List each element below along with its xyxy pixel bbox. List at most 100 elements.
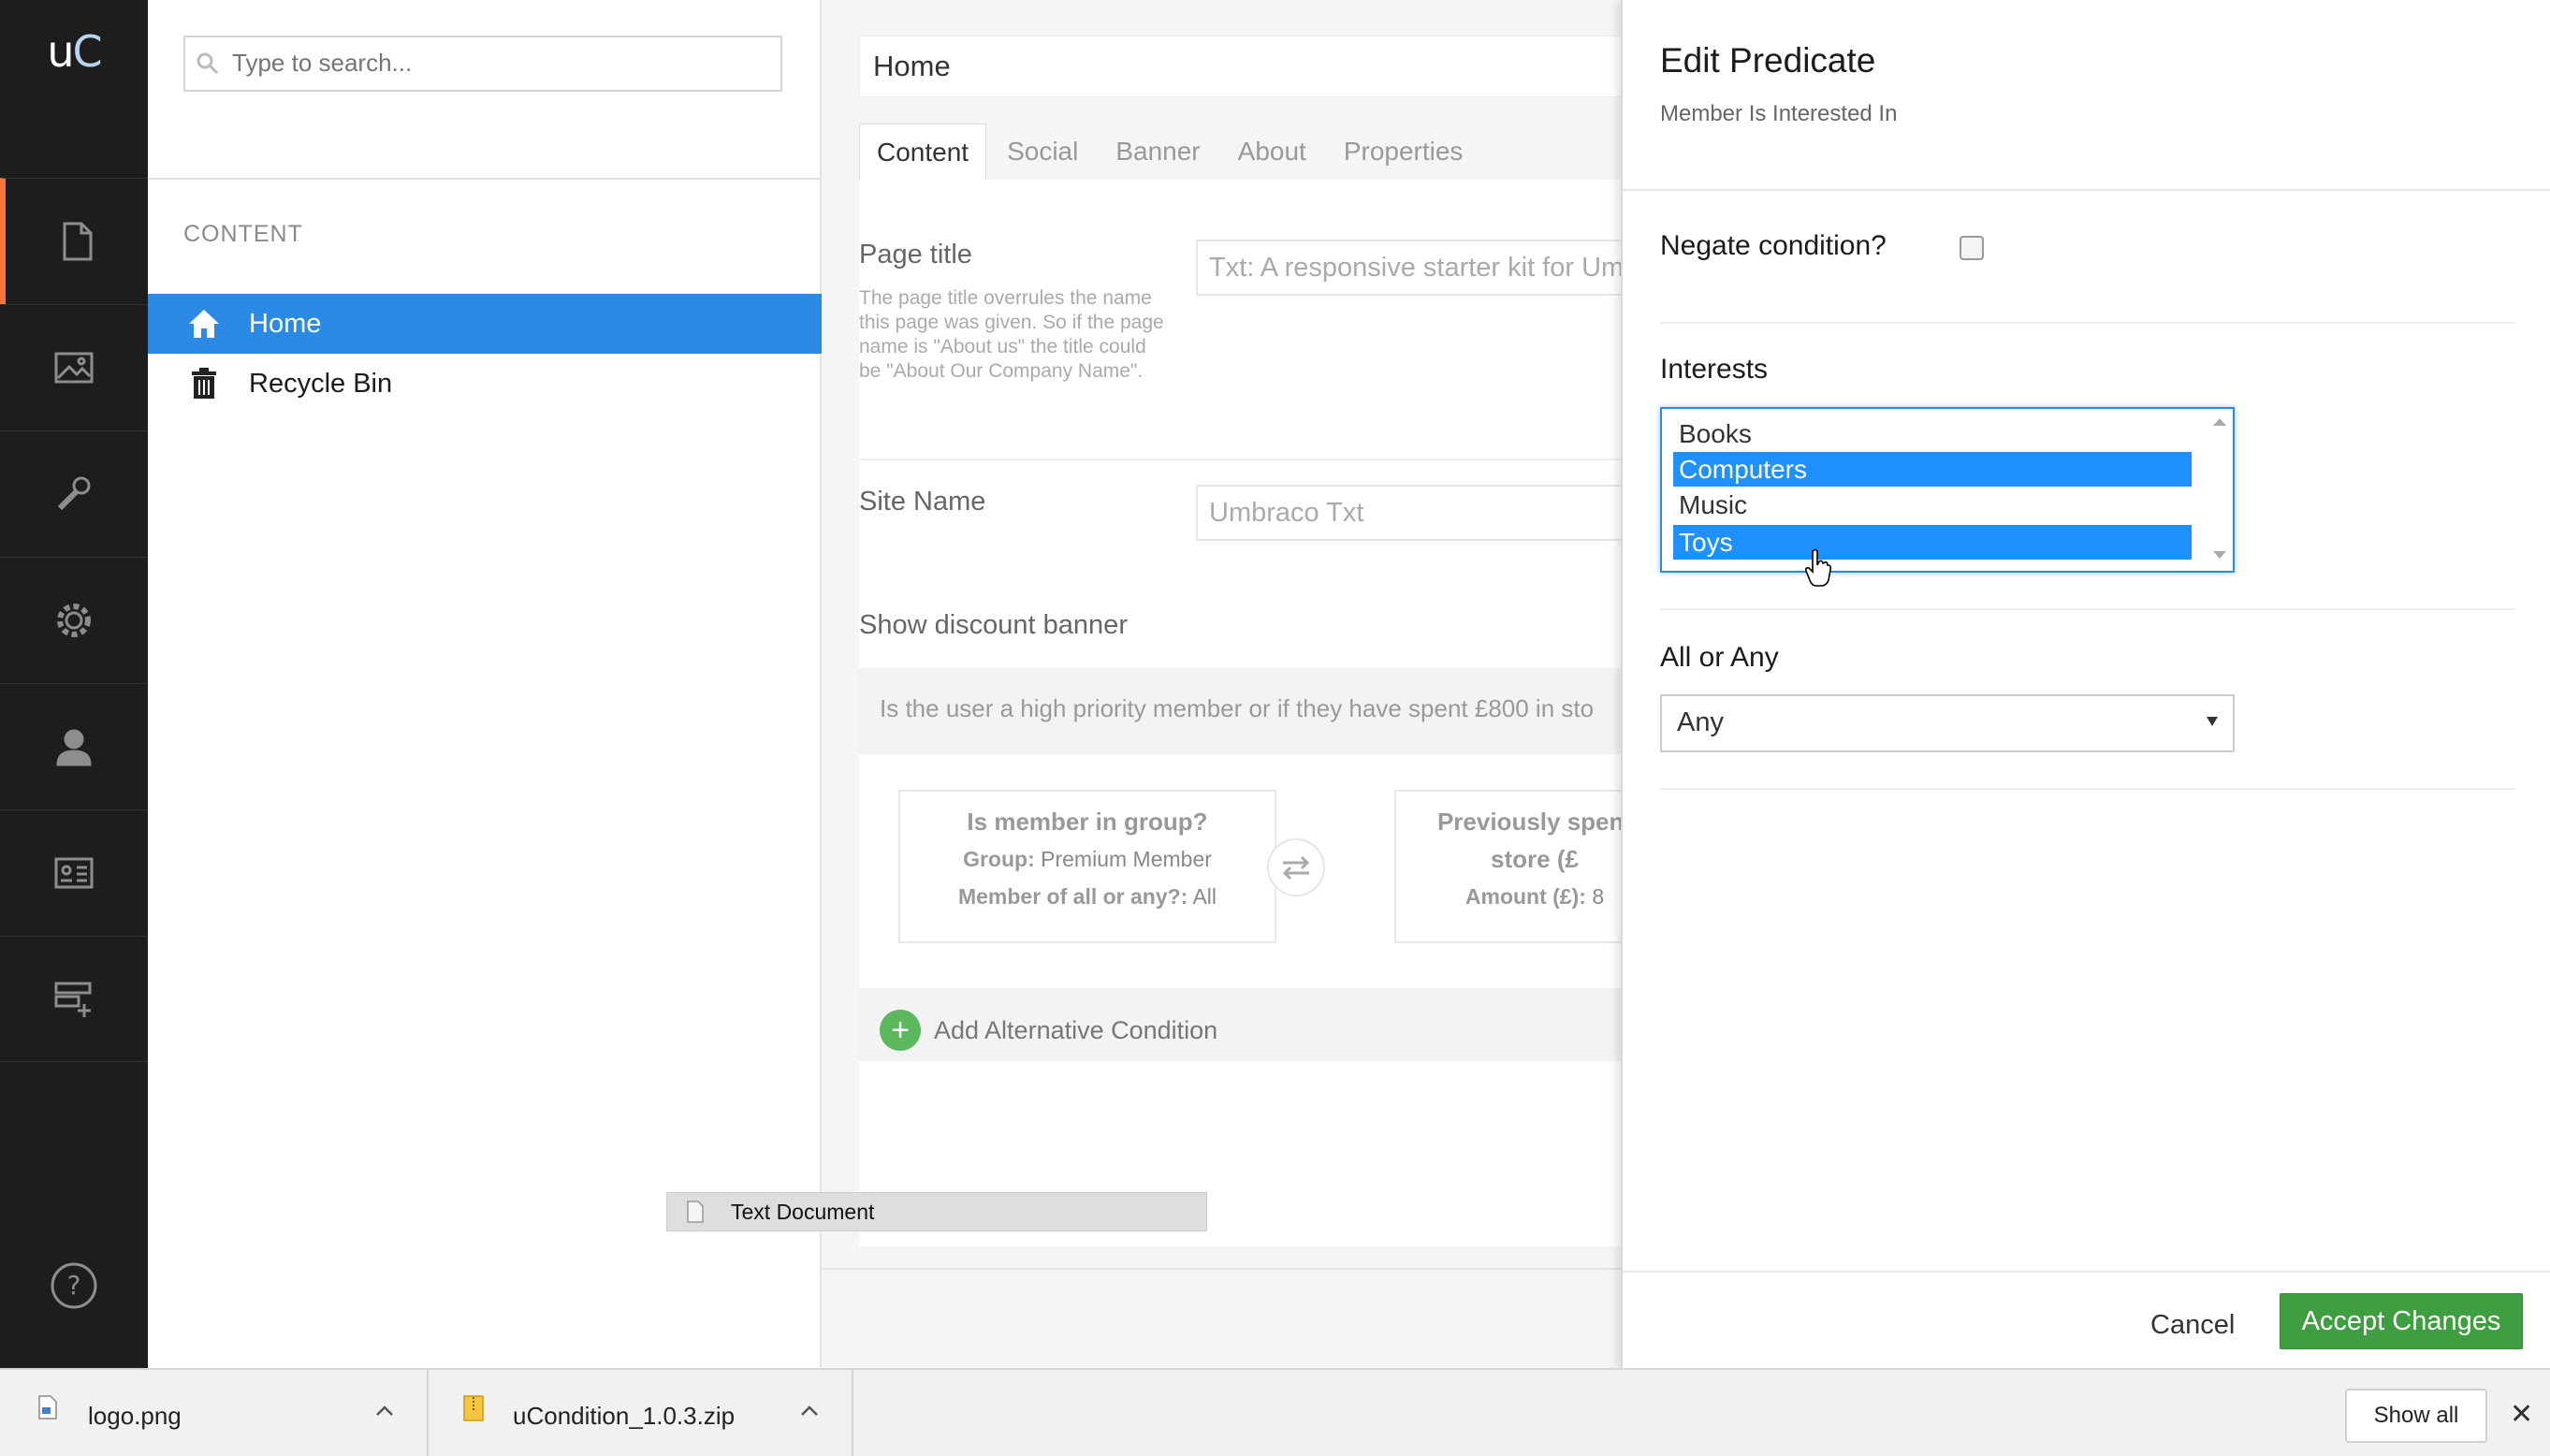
swap-conditions-button[interactable] — [1267, 838, 1325, 896]
nav-media[interactable] — [0, 304, 148, 430]
nav-users[interactable] — [0, 683, 148, 809]
drag-ghost-label: Text Document — [731, 1199, 875, 1224]
dialog-separator — [1660, 788, 2515, 790]
hand-cursor-icon — [1805, 548, 1832, 587]
editor-footer — [822, 1268, 1625, 1368]
chevron-up-icon[interactable] — [799, 1404, 820, 1417]
form-add-icon — [54, 982, 92, 1017]
document-icon — [63, 222, 93, 261]
download-bar: logo.png uCondition_1.0.3.zip Show all ✕ — [0, 1368, 2550, 1456]
image-file-icon — [38, 1395, 57, 1420]
page-title-label: Page title — [859, 240, 972, 269]
condition-group: Is member in group? Group: Premium Membe… — [859, 754, 1675, 988]
swap-icon — [1282, 855, 1310, 881]
condition-value: All — [1192, 884, 1217, 909]
condition-builder: Is the user a high priority member or if… — [859, 668, 1675, 1061]
interest-option-toys[interactable]: Toys — [1673, 525, 2192, 560]
dialog-header: Edit Predicate Member Is Interested In — [1623, 0, 2550, 191]
tree-item-label: Home — [249, 308, 322, 339]
condition-value: Premium Member — [1041, 847, 1212, 871]
nav-content[interactable] — [0, 178, 148, 304]
download-item[interactable]: uCondition_1.0.3.zip — [429, 1370, 853, 1456]
condition-key: Member of all or any?: — [957, 884, 1188, 909]
cancel-button[interactable]: Cancel — [2135, 1299, 2250, 1351]
search-icon — [197, 52, 219, 75]
property-separator — [859, 459, 1664, 460]
editor-tabs: Content Social Banner About Properties — [859, 124, 1483, 181]
tab-properties[interactable]: Properties — [1327, 124, 1480, 181]
condition-card-member-group[interactable]: Is member in group? Group: Premium Membe… — [898, 790, 1276, 943]
show-all-button[interactable]: Show all — [2345, 1389, 2487, 1443]
user-icon — [56, 729, 92, 766]
tree-search[interactable] — [183, 36, 782, 92]
site-name-input[interactable]: Umbraco Txt — [1196, 485, 1664, 541]
accept-changes-button[interactable]: Accept Changes — [2280, 1293, 2523, 1349]
add-alternative-condition-button[interactable]: + Add Alternative Condition — [880, 1010, 1217, 1051]
select-value: Any — [1677, 707, 1724, 737]
nav-developer[interactable] — [0, 430, 148, 557]
page-title-input[interactable]: Txt: A responsive starter kit for Um — [1196, 240, 1664, 296]
page-name-field[interactable]: Home — [859, 36, 1664, 97]
app-sidebar: uC ? — [0, 0, 148, 1368]
interests-listbox[interactable]: Books Computers Music Toys — [1660, 407, 2235, 573]
all-or-any-label: All or Any — [1660, 642, 1779, 673]
search-input[interactable] — [232, 37, 756, 88]
interest-option-books[interactable]: Books — [1673, 416, 2192, 451]
download-filename: uCondition_1.0.3.zip — [513, 1402, 736, 1430]
dialog-title: Edit Predicate — [1660, 41, 1876, 80]
tree-item-label: Recycle Bin — [249, 368, 393, 399]
tree-section-heading: CONTENT — [183, 221, 303, 247]
chevron-down-icon — [2207, 717, 2218, 726]
edit-predicate-dialog: Edit Predicate Member Is Interested In N… — [1621, 0, 2550, 1368]
download-filename: logo.png — [88, 1402, 182, 1430]
close-icon[interactable]: ✕ — [2510, 1398, 2533, 1431]
tab-about[interactable]: About — [1221, 124, 1323, 181]
nav-settings[interactable] — [0, 557, 148, 683]
dialog-footer: Cancel Accept Changes — [1623, 1271, 2550, 1368]
svg-text:?: ? — [67, 1270, 81, 1301]
dialog-separator — [1660, 322, 2515, 324]
gear-icon — [57, 604, 91, 637]
page-title-description: The page title overrules the name this p… — [859, 287, 1164, 382]
all-or-any-select[interactable]: Any — [1660, 694, 2235, 752]
dialog-separator — [1660, 608, 2515, 610]
nav-members[interactable] — [0, 809, 148, 936]
trash-icon — [183, 363, 225, 404]
content-tab-panel: Page title The page title overrules the … — [859, 180, 1675, 1246]
drag-ghost: Text Document — [666, 1192, 1207, 1231]
home-icon — [183, 303, 225, 344]
app-logo[interactable]: uC — [0, 26, 148, 77]
discount-banner-label: Show discount banner — [859, 610, 1128, 640]
help-icon: ? — [51, 1262, 97, 1309]
condition-key: Amount (£): — [1464, 884, 1586, 909]
interest-option-music[interactable]: Music — [1673, 488, 2192, 522]
tree-item-home[interactable]: Home — [148, 294, 822, 354]
listbox-scrollbar[interactable] — [2208, 409, 2233, 571]
chevron-up-icon[interactable] — [374, 1404, 395, 1417]
plus-icon: + — [880, 1010, 921, 1051]
tab-social[interactable]: Social — [990, 124, 1095, 181]
condition-key: Group: — [963, 847, 1035, 871]
interest-option-computers[interactable]: Computers — [1673, 452, 2192, 487]
negate-condition-checkbox[interactable] — [1960, 236, 1984, 260]
tab-banner[interactable]: Banner — [1099, 124, 1217, 181]
interests-label: Interests — [1660, 354, 1769, 385]
tree-item-recycle-bin[interactable]: Recycle Bin — [148, 354, 822, 414]
nav-help[interactable]: ? — [0, 1261, 148, 1310]
content-editor: Home Content Social Banner About Propert… — [822, 0, 1675, 1368]
zip-file-icon — [463, 1395, 484, 1421]
download-item[interactable]: logo.png — [0, 1370, 429, 1456]
text-document-icon — [687, 1201, 704, 1223]
scroll-up-icon[interactable] — [2213, 418, 2226, 426]
negate-condition-label: Negate condition? — [1660, 230, 1887, 261]
condition-value: 8 — [1592, 884, 1605, 909]
tree-divider — [148, 178, 822, 180]
id-card-icon — [54, 857, 94, 889]
dialog-subtitle: Member Is Interested In — [1660, 101, 1898, 126]
wrench-icon — [57, 476, 91, 511]
image-icon — [54, 352, 94, 384]
scroll-down-icon[interactable] — [2213, 551, 2226, 559]
nav-forms[interactable] — [0, 936, 148, 1062]
tab-content[interactable]: Content — [859, 124, 987, 181]
site-name-label: Site Name — [859, 487, 986, 517]
